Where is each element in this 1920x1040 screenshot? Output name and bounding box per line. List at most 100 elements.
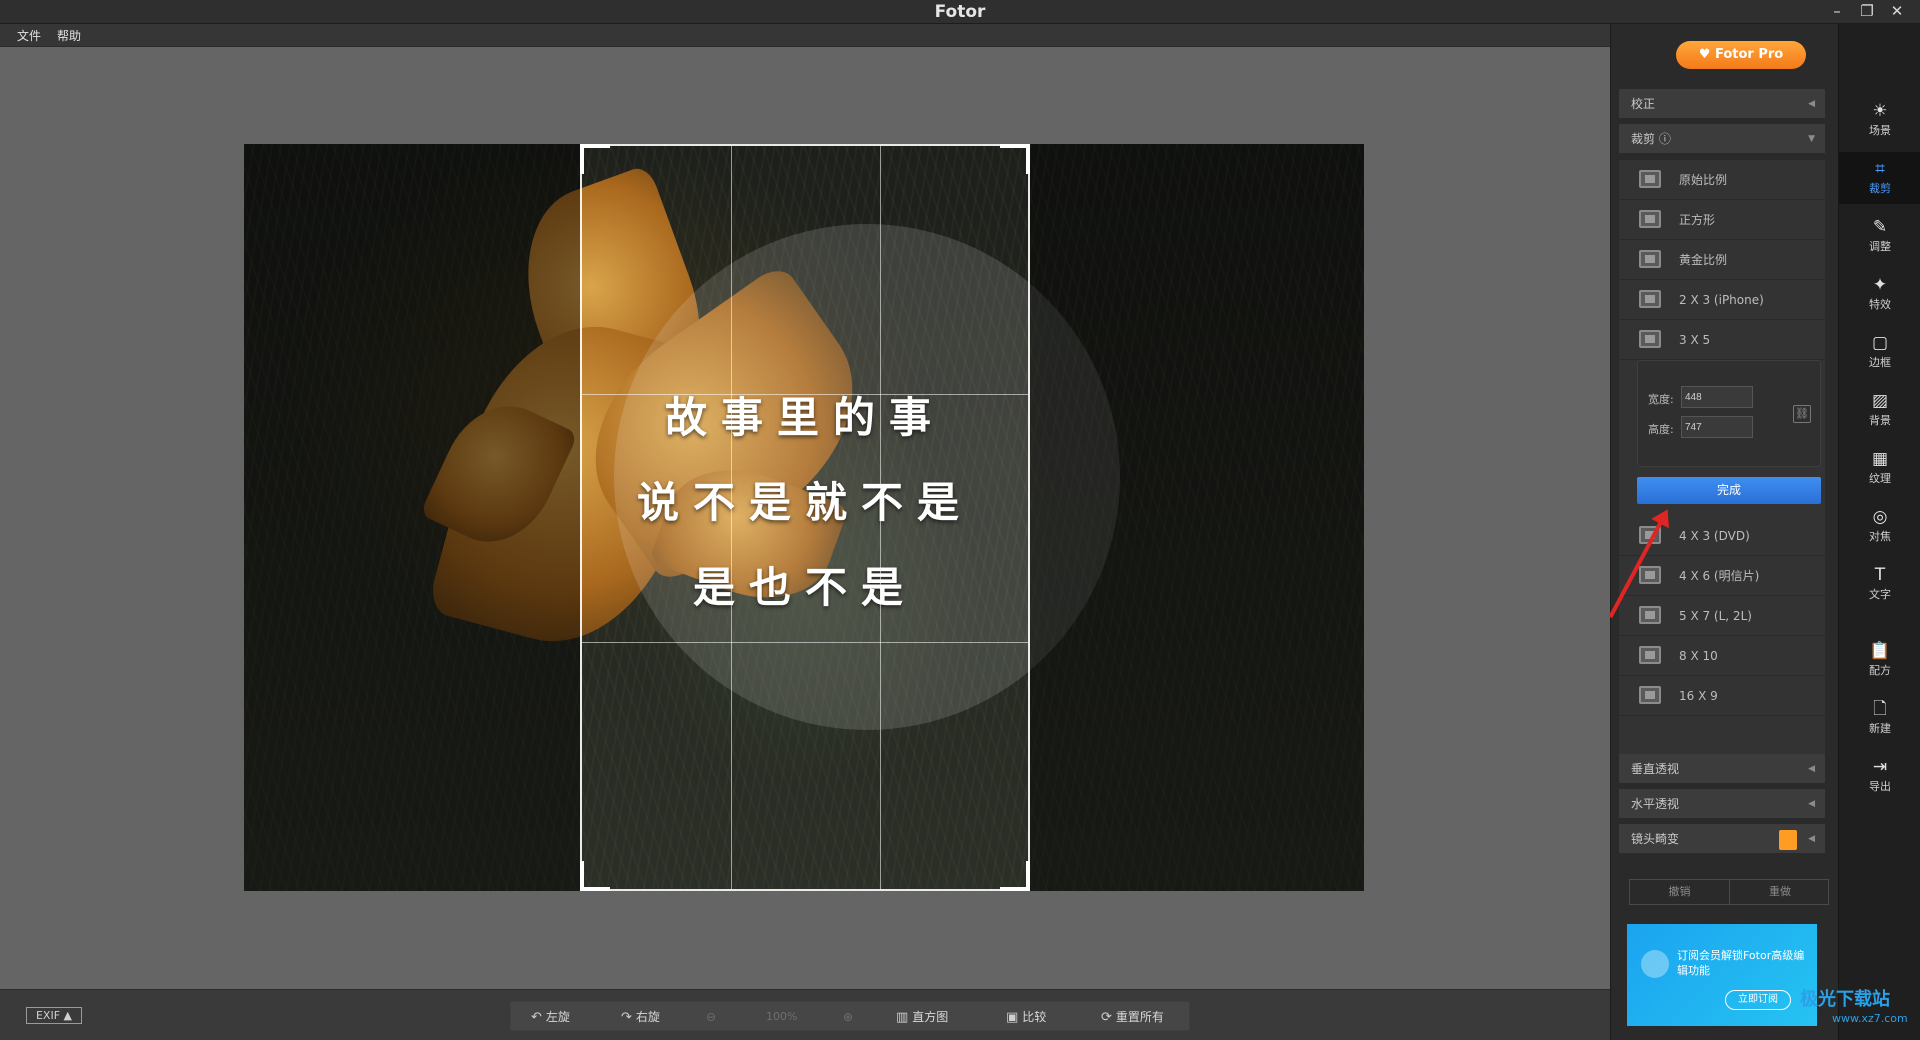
section-lens-distortion[interactable]: 镜头畸变 ◀ <box>1619 824 1825 854</box>
crop-option-square[interactable]: 正方形 <box>1619 200 1825 240</box>
crop-shade-left <box>244 144 580 891</box>
crop-option-original[interactable]: 原始比例 <box>1619 160 1825 200</box>
section-crop[interactable]: 裁剪 ⓘ ▼ <box>1619 124 1825 154</box>
reset-all-button[interactable]: ⟳ 重置所有 <box>1101 1002 1164 1032</box>
new-file-icon: 🗋 <box>1873 699 1887 719</box>
frame-icon: ▢ <box>1871 333 1889 353</box>
rotate-left-icon: ↶ <box>531 1010 542 1025</box>
crop-handle-top-right[interactable] <box>1000 144 1030 174</box>
crop-option-golden[interactable]: 黄金比例 <box>1619 240 1825 280</box>
portrait-ratio-icon <box>1639 566 1661 584</box>
custom-size-box: 宽度: 高度: ⛓ <box>1637 360 1821 467</box>
chevron-left-icon: ◀ <box>1808 99 1815 109</box>
no-ratio-icon <box>1639 170 1661 188</box>
done-button[interactable]: 完成 <box>1637 477 1821 504</box>
crop-handle-bottom-left[interactable] <box>580 861 610 891</box>
section-horizontal-perspective[interactable]: 水平透视 ◀ <box>1619 789 1825 819</box>
subscribe-now-button[interactable]: 立即订阅 <box>1725 990 1791 1010</box>
portrait-ratio-icon <box>1639 330 1661 348</box>
tool-texture[interactable]: ▦ 纹理 <box>1839 442 1920 494</box>
crop-option-4x6[interactable]: 4 X 6 (明信片) <box>1619 556 1825 596</box>
tool-effects[interactable]: ✦ 特效 <box>1839 268 1920 320</box>
subscription-ad[interactable]: 订阅会员解锁Fotor高级编辑功能 立即订阅 <box>1627 924 1817 1026</box>
tool-crop[interactable]: ⌗ 裁剪 <box>1839 152 1920 204</box>
tool-new[interactable]: 🗋 新建 <box>1839 692 1920 744</box>
crop-options-list: 原始比例 正方形 黄金比例 2 X 3 (iPhone) 3 X 5 宽度: 高… <box>1619 160 1825 776</box>
crop-option-5x7[interactable]: 5 X 7 (L, 2L) <box>1619 596 1825 636</box>
rotate-right-icon: ↷ <box>621 1010 632 1025</box>
section-label: 水平透视 <box>1631 797 1680 811</box>
redo-button[interactable]: 重做 <box>1730 880 1830 904</box>
crop-icon: ⌗ <box>1875 159 1885 179</box>
section-label: 镜头畸变 <box>1631 832 1680 846</box>
zoom-in-icon[interactable]: ⊕ <box>843 1002 853 1032</box>
focus-icon: ◎ <box>1872 507 1888 527</box>
undo-redo-row: 撤销 重做 <box>1629 879 1829 905</box>
fotor-pro-button[interactable]: ♥ Fotor Pro <box>1676 41 1806 69</box>
menu-file[interactable]: 文件 <box>17 27 41 44</box>
undo-button[interactable]: 撤销 <box>1630 880 1730 904</box>
crop-shade-right <box>1030 144 1364 891</box>
crop-grid-line <box>582 642 1028 643</box>
section-vertical-perspective[interactable]: 垂直透视 ◀ <box>1619 754 1825 784</box>
crop-handle-bottom-right[interactable] <box>1000 861 1030 891</box>
menu-bar: 文件 帮助 <box>0 24 1610 47</box>
square-icon <box>1639 210 1661 228</box>
crop-option-8x10[interactable]: 8 X 10 <box>1619 636 1825 676</box>
tool-recipe[interactable]: 📋 配方 <box>1839 634 1920 686</box>
crop-option-2x3[interactable]: 2 X 3 (iPhone) <box>1619 280 1825 320</box>
site-watermark: 极光下载站 <box>1800 989 1890 1010</box>
tool-export[interactable]: ⇥ 导出 <box>1839 750 1920 802</box>
minimize-button[interactable]: – <box>1822 1 1852 21</box>
section-correction[interactable]: 校正 ◀ <box>1619 89 1825 119</box>
crop-option-3x5[interactable]: 3 X 5 <box>1619 320 1825 360</box>
chevron-left-icon: ◀ <box>1808 764 1815 774</box>
tool-focus[interactable]: ◎ 对焦 <box>1839 500 1920 552</box>
title-bar: Fotor – ❐ ✕ <box>0 0 1920 24</box>
compare-icon: ▣ <box>1006 1010 1019 1025</box>
crop-option-16x9[interactable]: 16 X 9 <box>1619 676 1825 716</box>
crop-frame[interactable] <box>580 144 1030 891</box>
texture-icon: ▦ <box>1871 449 1889 469</box>
tool-background[interactable]: ▨ 背景 <box>1839 384 1920 436</box>
golden-spiral-icon <box>1639 250 1661 268</box>
tool-adjust[interactable]: ✎ 调整 <box>1839 210 1920 262</box>
exif-button[interactable]: EXIF ▲ <box>26 1007 82 1024</box>
tool-text[interactable]: T 文字 <box>1839 558 1920 610</box>
toolbar-group: ↶ 左旋 ↷ 右旋 ⊖ 100% ⊕ ▥ 直方图 ▣ 比较 ⟳ 重置所有 <box>510 1001 1190 1031</box>
rotate-right-button[interactable]: ↷ 右旋 <box>621 1002 660 1032</box>
portrait-ratio-icon <box>1639 290 1661 308</box>
rotate-left-button[interactable]: ↶ 左旋 <box>531 1002 570 1032</box>
section-label: 校正 <box>1631 97 1656 111</box>
crop-grid-line <box>880 146 881 889</box>
tool-frame[interactable]: ▢ 边框 <box>1839 326 1920 378</box>
scene-icon: ☀ <box>1872 101 1888 121</box>
sparkle-icon: ✦ <box>1872 275 1888 295</box>
restore-button[interactable]: ❐ <box>1852 1 1882 21</box>
width-input[interactable] <box>1681 386 1753 408</box>
export-icon: ⇥ <box>1872 757 1888 777</box>
crop-grid-line <box>731 146 732 889</box>
section-label: 垂直透视 <box>1631 762 1680 776</box>
section-label: 裁剪 ⓘ <box>1631 132 1671 146</box>
pencil-icon: ✎ <box>1872 217 1888 237</box>
clipboard-icon: 📋 <box>1869 641 1891 661</box>
zoom-out-icon[interactable]: ⊖ <box>706 1002 716 1032</box>
text-icon: T <box>1874 565 1886 585</box>
background-icon: ▨ <box>1871 391 1889 411</box>
menu-help[interactable]: 帮助 <box>57 27 81 44</box>
chevron-left-icon: ◀ <box>1808 834 1815 844</box>
close-button[interactable]: ✕ <box>1882 1 1912 21</box>
pro-badge-icon <box>1779 830 1797 850</box>
ad-icon <box>1641 950 1669 978</box>
tool-scene[interactable]: ☀ 场景 <box>1839 94 1920 146</box>
crop-handle-top-left[interactable] <box>580 144 610 174</box>
height-input[interactable] <box>1681 416 1753 438</box>
landscape-ratio-icon <box>1639 646 1661 664</box>
compare-button[interactable]: ▣ 比较 <box>1006 1002 1046 1032</box>
lock-ratio-icon[interactable]: ⛓ <box>1793 405 1811 423</box>
app-title: Fotor <box>934 2 986 22</box>
histogram-button[interactable]: ▥ 直方图 <box>896 1002 948 1032</box>
height-label: 高度: <box>1648 423 1674 436</box>
chevron-left-icon: ◀ <box>1808 799 1815 809</box>
